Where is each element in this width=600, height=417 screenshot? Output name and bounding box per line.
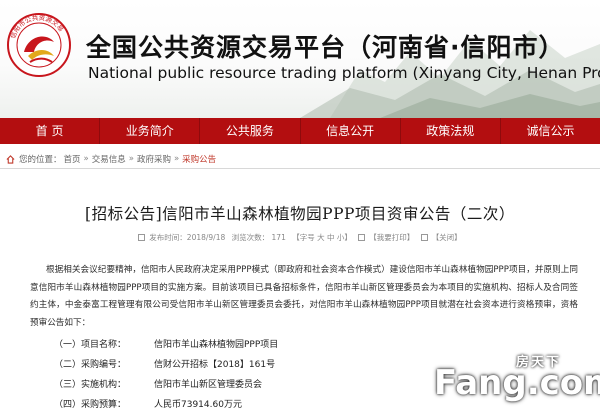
breadcrumb-prefix: 您的位置： <box>19 155 62 165</box>
info-row-budget: （四）采购预算： 人民币73914.60万元 <box>54 395 278 415</box>
publish-date: 发布时间：2018/9/18 <box>149 233 226 242</box>
view-count: 浏览次数： 171 <box>231 233 286 242</box>
breadcrumb-separator: » <box>128 154 134 164</box>
nav-item-home[interactable]: 首 页 <box>0 118 101 144</box>
calendar-icon <box>138 234 146 241</box>
article-meta: 发布时间：2018/9/18 浏览次数： 171 【字号 大 中 小】 【我要打… <box>0 232 600 243</box>
info-row-implementing-agency: （三）实施机构： 信阳市羊山新区管理委员会 <box>54 375 278 395</box>
breadcrumb: 您的位置： 首页 » 交易信息 » 政府采购 » 采购公告 <box>6 153 216 165</box>
breadcrumb-item-gov-procurement[interactable]: 政府采购 <box>137 153 171 165</box>
watermark-en: Fang.com <box>434 363 600 403</box>
divider <box>0 168 600 169</box>
info-value: 信阳市羊山森林植物园PPP项目 <box>154 340 279 350</box>
breadcrumb-separator: » <box>173 154 180 164</box>
close-icon <box>420 234 428 241</box>
nav-item-info-disclosure[interactable]: 信息公开 <box>301 118 401 144</box>
nav-item-public-service[interactable]: 公共服务 <box>200 118 301 144</box>
info-value: 信财公开招标【2018】161号 <box>154 360 276 370</box>
print-icon <box>358 234 366 241</box>
info-value: 信阳市羊山新区管理委员会 <box>154 380 263 390</box>
info-label: （四）采购预算： <box>54 400 127 410</box>
print-link[interactable]: 【我要打印】 <box>369 233 414 242</box>
info-row-procurement-number: （二）采购编号： 信财公开招标【2018】161号 <box>54 355 278 375</box>
info-row-project-name: （一）项目名称： 信阳市羊山森林植物园PPP项目 <box>54 335 278 355</box>
site-header: 信阳市公共资源交易 全国公共资源交易平台（河南省·信阳市） National p… <box>0 0 600 118</box>
article-body: 根据相关会议纪要精神，信阳市人民政府决定采用PPP模式（即政府和社会资本合作模式… <box>30 262 578 332</box>
breadcrumb-item-current[interactable]: 采购公告 <box>182 153 216 165</box>
breadcrumb-item-home[interactable]: 首页 <box>64 153 81 165</box>
close-link[interactable]: 【关闭】 <box>432 233 462 242</box>
home-icon <box>6 154 15 164</box>
info-value: 人民币73914.60万元 <box>154 400 242 410</box>
nav-item-credit-publicity[interactable]: 诚信公示 <box>501 118 600 144</box>
breadcrumb-separator: » <box>83 154 89 164</box>
info-label: （三）实施机构： <box>54 380 127 390</box>
font-size-control[interactable]: 【字号 大 中 小】 <box>292 233 352 242</box>
fang-watermark: 房天下 Fang.com <box>430 343 600 417</box>
info-label: （一）项目名称： <box>54 340 127 350</box>
project-info-list: （一）项目名称： 信阳市羊山森林植物园PPP项目 （二）采购编号： 信财公开招标【2… <box>54 335 278 415</box>
article-paragraph: 根据相关会议纪要精神，信阳市人民政府决定采用PPP模式（即政府和社会资本合作模式… <box>30 265 578 328</box>
article-title: [招标公告]信阳市羊山森林植物园PPP项目资审公告（二次） <box>85 205 515 223</box>
nav-item-policies[interactable]: 政策法规 <box>401 118 501 144</box>
breadcrumb-item-trade-info[interactable]: 交易信息 <box>92 153 126 165</box>
info-label: （二）采购编号： <box>54 360 127 370</box>
main-nav: 首 页 业务简介 公共服务 信息公开 政策法规 诚信公示 <box>0 118 600 144</box>
site-title-english: National public resource trading platfor… <box>88 64 600 82</box>
nav-item-business-intro[interactable]: 业务简介 <box>100 118 201 144</box>
site-title-chinese: 全国公共资源交易平台（河南省·信阳市） <box>86 33 565 62</box>
site-logo[interactable]: 信阳市公共资源交易 <box>6 12 72 78</box>
